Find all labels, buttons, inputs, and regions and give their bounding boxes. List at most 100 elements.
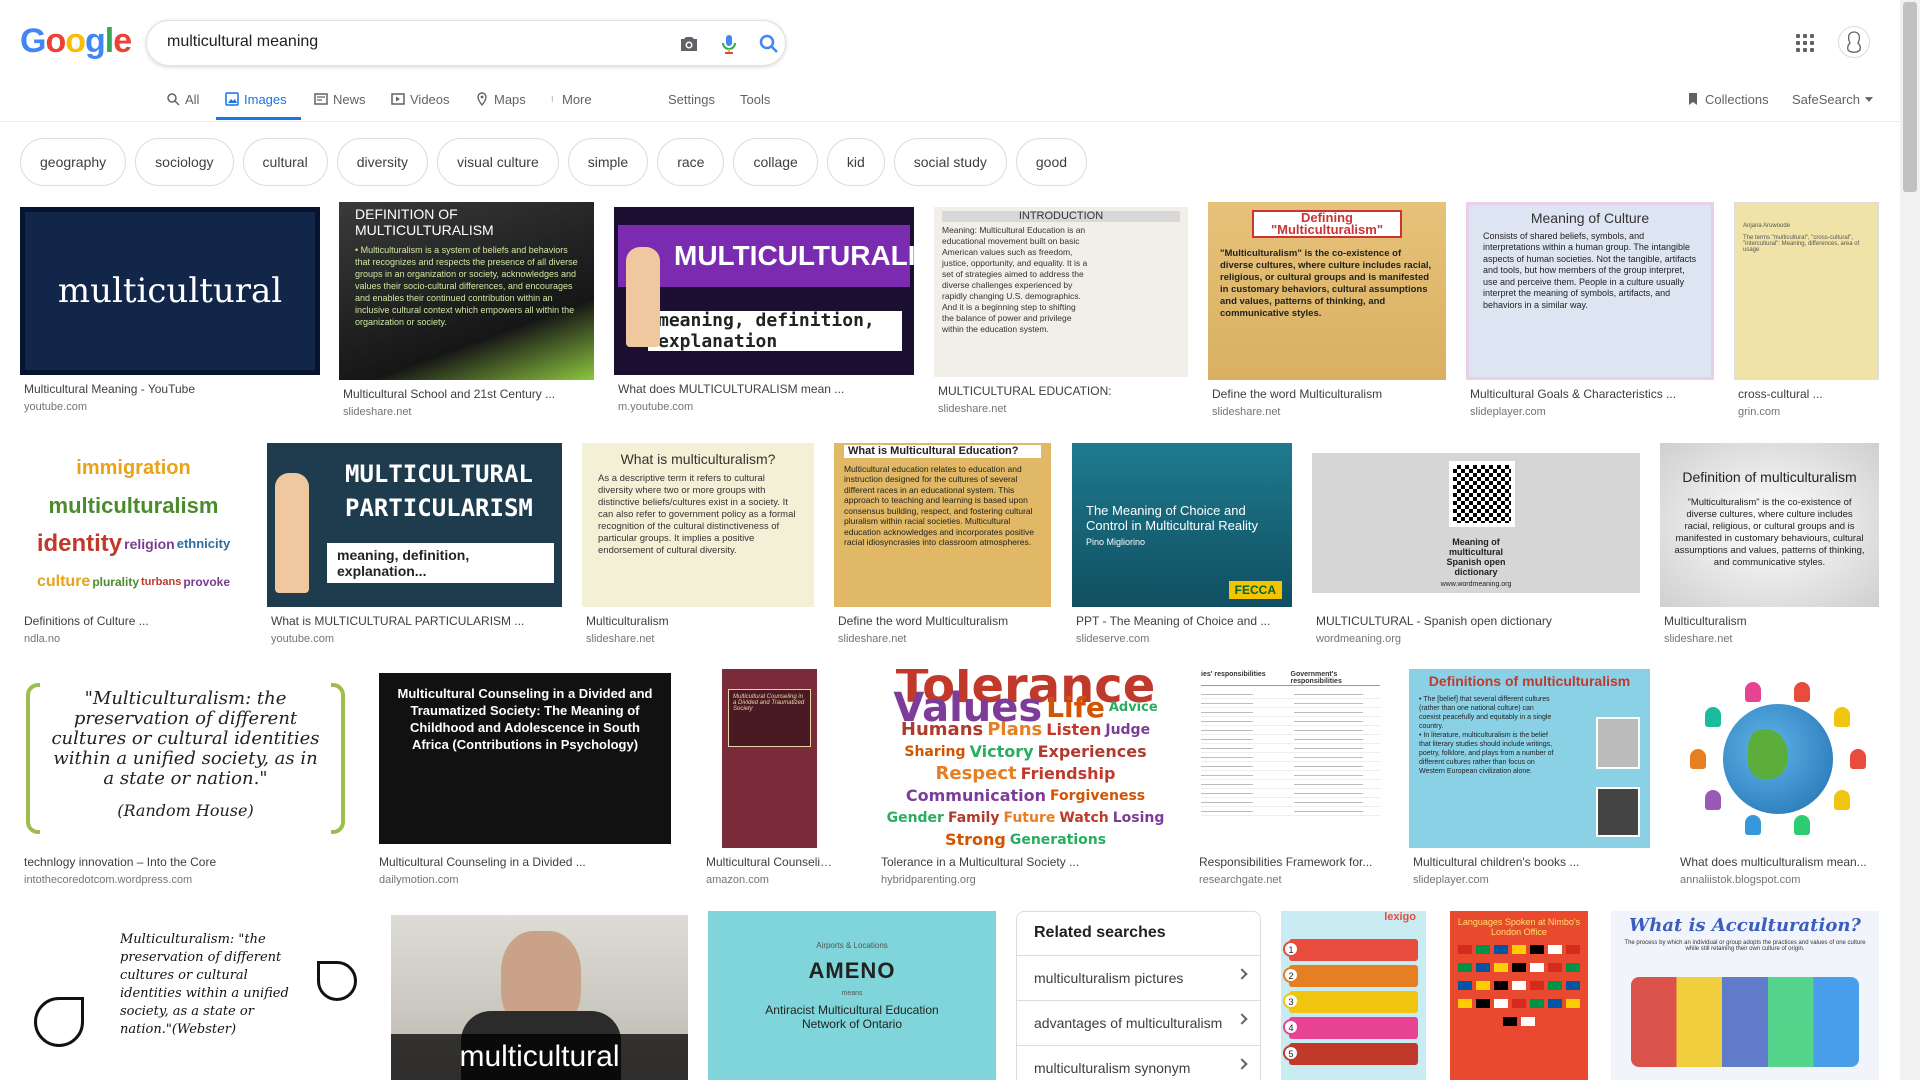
chip-diversity[interactable]: diversity	[336, 138, 429, 186]
result-title[interactable]: Tolerance in a Multicultural Society ...	[881, 855, 1172, 869]
result-title[interactable]: Definitions of Culture ...	[24, 614, 245, 628]
chip-good[interactable]: good	[1015, 138, 1088, 186]
chip-simple[interactable]: simple	[567, 138, 649, 186]
result-title[interactable]: Multicultural Goals & Characteristics ..…	[1470, 387, 1712, 401]
result-thumbnail[interactable]: What is multiculturalism? As a descriptiv…	[582, 443, 814, 607]
tab-more[interactable]: More	[551, 89, 592, 109]
result-thumbnail[interactable]: What is Multicultural Education? Multicul…	[834, 443, 1051, 607]
image-result[interactable]: Definitions of multiculturalism • The [be…	[1409, 669, 1650, 894]
result-title[interactable]: Multiculturalism	[1664, 614, 1877, 628]
result-thumbnail[interactable]	[1676, 669, 1879, 848]
chip-collage[interactable]: collage	[733, 138, 818, 186]
chip-kid[interactable]: kid	[826, 138, 885, 186]
camera-icon[interactable]	[677, 32, 701, 56]
image-result[interactable]: What is multiculturalism? As a descriptiv…	[582, 443, 814, 653]
result-thumbnail[interactable]: MULTICULTURAL PARTICULARISM meaning, defin…	[267, 443, 562, 607]
result-title[interactable]: Responsibilities Framework for...	[1199, 855, 1384, 869]
image-result[interactable]: Meaning of multicultural Spanish open di…	[1312, 443, 1640, 653]
image-result[interactable]: Definition of multiculturalism "Multicult…	[1660, 443, 1879, 653]
image-result[interactable]: What does multiculturalism mean... annali…	[1676, 669, 1879, 894]
tab-videos[interactable]: Videos	[391, 89, 450, 109]
result-title[interactable]: What does multiculturalism mean...	[1680, 855, 1877, 869]
result-title[interactable]: What is MULTICULTURAL PARTICULARISM ...	[271, 614, 560, 628]
image-result[interactable]: Airports & Locations AMENO means Antiracist…	[708, 911, 996, 1080]
image-result[interactable]: Multiculturalism: "the preservation of d…	[20, 911, 371, 1080]
search-box[interactable]: multicultural meaning	[146, 20, 786, 66]
result-thumbnail[interactable]: MULTICULTURALISMmeaning, definition, exp…	[614, 207, 914, 375]
image-result[interactable]: MULTICULTURAL PARTICULARISM meaning, defin…	[267, 443, 562, 653]
result-thumbnail[interactable]: immigration multiculturalism identity re…	[20, 443, 247, 607]
safesearch-dropdown[interactable]: SafeSearch	[1792, 89, 1873, 109]
result-title[interactable]: MULTICULTURAL EDUCATION:	[938, 384, 1186, 398]
search-icon[interactable]	[757, 32, 781, 56]
related-item[interactable]: multiculturalism synonym	[1017, 1045, 1260, 1080]
image-result[interactable]: immigration multiculturalism identity re…	[20, 443, 247, 653]
result-title[interactable]: Multicultural Counseling in a Divided ..…	[379, 855, 673, 869]
result-thumbnail[interactable]: Anjana Aruwoode The terms "multicultural"…	[1734, 202, 1879, 380]
image-result[interactable]: What is Multicultural Education? Multicul…	[834, 443, 1051, 653]
result-thumbnail[interactable]: What is Acculturation? The process by whi…	[1611, 911, 1879, 1080]
scrollbar-thumb[interactable]	[1903, 2, 1917, 192]
result-thumbnail[interactable]: Airports & Locations AMENO means Antiracist…	[708, 911, 996, 1080]
chip-race[interactable]: race	[657, 138, 725, 186]
result-thumbnail[interactable]: multicultural	[20, 207, 320, 375]
image-result[interactable]: Defining "Multiculturalism" "Multicultura…	[1208, 202, 1446, 426]
result-thumbnail[interactable]: Definitions of multiculturalism • The [be…	[1409, 669, 1650, 848]
result-thumbnail[interactable]: ies' responsibilities Government's respon…	[1195, 669, 1386, 848]
result-thumbnail[interactable]: Multicultural Counseling in a Divided an…	[375, 669, 675, 848]
result-title[interactable]: Define the word Multiculturalism	[1212, 387, 1444, 401]
result-title[interactable]: technlogy innovation – Into the Core	[24, 855, 349, 869]
result-thumbnail[interactable]: "Multiculturalism: the preservation of d…	[20, 669, 351, 848]
result-thumbnail[interactable]: Tolerance Values Life Advice Humans Plan…	[877, 669, 1174, 848]
tab-images[interactable]: Images	[225, 89, 287, 109]
result-title[interactable]: PPT - The Meaning of Choice and ...	[1076, 614, 1290, 628]
apps-icon[interactable]	[1796, 34, 1814, 52]
chip-geography[interactable]: geography	[20, 138, 127, 186]
image-result[interactable]: INTRODUCTION Meaning: Multicultural Educa…	[934, 207, 1188, 423]
result-thumbnail[interactable]: The Meaning of Choice and Control in Mul…	[1072, 443, 1292, 607]
result-thumbnail[interactable]: Definition of multiculturalism "Multicult…	[1660, 443, 1879, 607]
result-thumbnail[interactable]: multicultural	[391, 911, 688, 1080]
result-thumbnail[interactable]: Meaning of multicultural Spanish open di…	[1312, 443, 1640, 607]
google-logo[interactable]: Google	[20, 22, 132, 61]
image-result[interactable]: Tolerance Values Life Advice Humans Plan…	[877, 669, 1174, 894]
result-title[interactable]: cross-cultural ...	[1738, 387, 1877, 401]
image-result[interactable]: Languages Spoken at Nimbo's London Offic…	[1450, 911, 1588, 1080]
result-thumbnail[interactable]: DEFINITION OF MULTICULTURALISM • Multicul…	[339, 202, 594, 380]
settings-link[interactable]: Settings	[668, 89, 715, 109]
chip-sociology[interactable]: sociology	[135, 138, 234, 186]
collections-link[interactable]: Collections	[1686, 89, 1769, 109]
image-result[interactable]: MULTICULTURALISMmeaning, definition, exp…	[614, 207, 914, 421]
result-title[interactable]: Define the word Multiculturalism	[838, 614, 1049, 628]
related-item[interactable]: multiculturalism pictures	[1017, 955, 1260, 1000]
image-result[interactable]: Meaning of Culture Consists of shared bel…	[1466, 202, 1714, 426]
image-result[interactable]: Multicultural Counseling in a Divided an…	[375, 669, 675, 894]
result-title[interactable]: Multiculturalism	[586, 614, 812, 628]
tab-news[interactable]: News	[314, 89, 366, 109]
related-item[interactable]: advantages of multiculturalism	[1017, 1000, 1260, 1045]
result-thumbnail[interactable]: Multiculturalism: "the preservation of d…	[20, 911, 371, 1080]
result-thumbnail[interactable]: Defining "Multiculturalism" "Multicultura…	[1208, 202, 1446, 380]
chip-visual-culture[interactable]: visual culture	[437, 138, 559, 186]
result-title[interactable]: Multicultural children's books ...	[1413, 855, 1648, 869]
image-result[interactable]: multicultural Multicultural Meaning - You…	[20, 207, 320, 421]
result-thumbnail[interactable]: Meaning of Culture Consists of shared bel…	[1466, 202, 1714, 380]
search-input[interactable]: multicultural meaning	[167, 33, 318, 51]
image-result[interactable]: ies' responsibilities Government's respon…	[1195, 669, 1386, 894]
avatar[interactable]	[1838, 26, 1870, 58]
tab-all[interactable]: All	[166, 89, 199, 109]
tools-link[interactable]: Tools	[740, 89, 770, 109]
chip-social-study[interactable]: social study	[893, 138, 1007, 186]
result-thumbnail[interactable]: INTRODUCTION Meaning: Multicultural Educa…	[934, 207, 1188, 377]
result-thumbnail[interactable]: lexigo 1 2 3 4 5	[1281, 911, 1426, 1080]
image-result[interactable]: lexigo 1 2 3 4 5	[1281, 911, 1426, 1080]
tab-maps[interactable]: Maps	[475, 89, 526, 109]
result-title[interactable]: Multicultural School and 21st Century ..…	[343, 387, 592, 401]
result-title[interactable]: Multicultural Counseling ...	[706, 855, 835, 869]
result-title[interactable]: MULTICULTURAL - Spanish open dictionary	[1316, 614, 1638, 628]
result-thumbnail[interactable]: Languages Spoken at Nimbo's London Offic…	[1450, 911, 1588, 1080]
result-title[interactable]: Multicultural Meaning - YouTube	[24, 382, 318, 396]
result-title[interactable]: What does MULTICULTURALISM mean ...	[618, 382, 912, 396]
image-result[interactable]: DEFINITION OF MULTICULTURALISM • Multicul…	[339, 202, 594, 426]
image-result[interactable]: What is Acculturation? The process by whi…	[1611, 911, 1879, 1080]
